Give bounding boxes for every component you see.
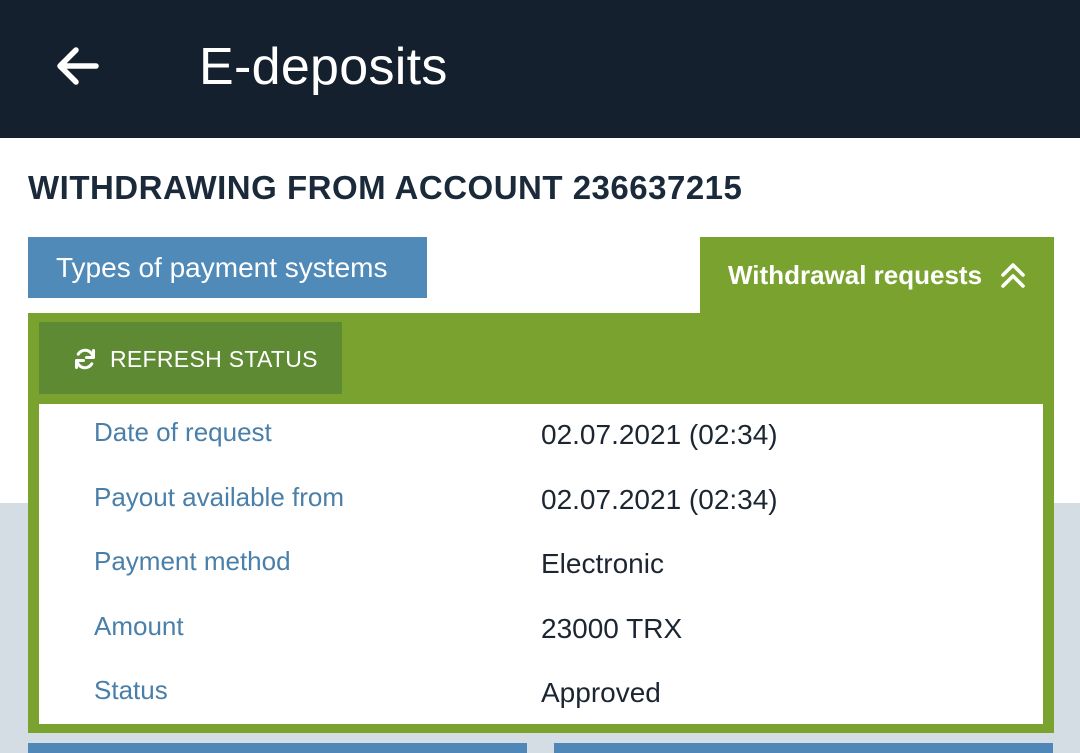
page-title: E-deposits [199,38,448,96]
detail-label: Payment method [94,546,291,576]
detail-row-amount: Amount 23000 TRX [39,608,1043,672]
detail-value: 23000 TRX [541,613,683,644]
status-value: Approved [541,677,661,708]
bottom-button-right[interactable] [554,743,1053,753]
chevron-double-up-icon[interactable] [998,260,1028,290]
detail-row-status: Status Approved [39,672,1043,736]
detail-row-payment-method: Payment method Electronic [39,543,1043,607]
detail-label: Date of request [94,417,272,447]
refresh-status-button[interactable]: REFRESH STATUS [39,322,342,394]
detail-label: Status [94,675,168,705]
tab-payment-systems[interactable]: Types of payment systems [28,237,427,298]
app-header: E-deposits [0,0,1080,138]
tab-withdrawal-label: Withdrawal requests [728,260,983,290]
detail-value: 02.07.2021 (02:34) [541,419,778,450]
withdrawal-requests-panel: REFRESH STATUS Date of request 02.07.202… [28,313,1054,733]
detail-value: Electronic [541,548,664,579]
request-details: Date of request 02.07.2021 (02:34) Payou… [39,404,1043,724]
detail-row-payout-available: Payout available from 02.07.2021 (02:34) [39,479,1043,543]
section-title: WITHDRAWING FROM ACCOUNT 236637215 [28,169,743,206]
detail-row-date-of-request: Date of request 02.07.2021 (02:34) [39,414,1043,478]
detail-label: Amount [94,611,184,641]
detail-label: Payout available from [94,482,345,512]
refresh-status-label: REFRESH STATUS [110,346,318,372]
detail-value: 02.07.2021 (02:34) [541,484,778,515]
back-button[interactable] [50,38,106,94]
arrow-left-icon [57,47,99,85]
refresh-icon [73,347,97,371]
bottom-button-left[interactable] [28,743,527,753]
tab-withdrawal-requests[interactable]: Withdrawal requests [700,237,1054,315]
